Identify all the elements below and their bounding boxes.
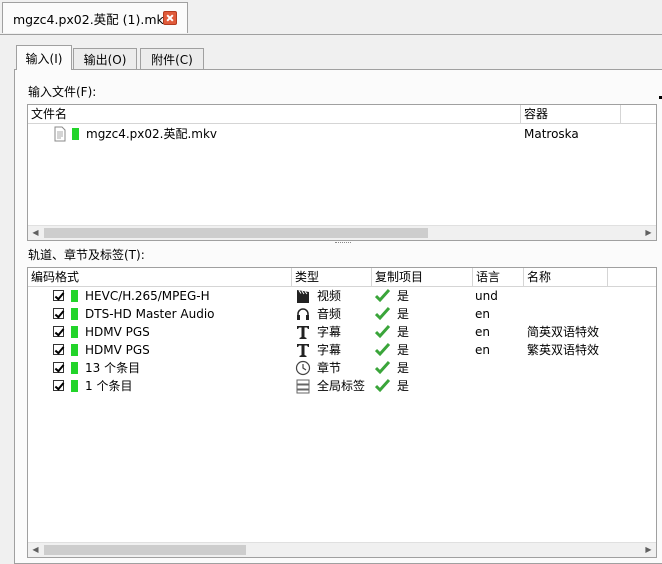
track-checkbox[interactable] [53, 380, 64, 391]
track-color-marker [71, 290, 78, 302]
track-codec: 1 个条目 [85, 379, 133, 393]
tracks-list[interactable]: 编码格式 类型 复制项目 语言 名称 HEVC/H.265/MPEG-H 视频 … [27, 267, 657, 558]
scroll-thumb[interactable] [44, 545, 246, 555]
track-row[interactable]: 1 个条目 全局标签 是 [28, 377, 656, 395]
column-language[interactable]: 语言 [473, 268, 524, 286]
track-name: 简英双语特效 [527, 325, 600, 339]
track-copy: 是 [397, 307, 410, 321]
track-copy: 是 [397, 343, 410, 357]
scroll-right-arrow-icon[interactable]: ▶ [641, 226, 656, 240]
track-type: 全局标签 [317, 379, 366, 393]
scroll-left-arrow-icon[interactable]: ◀ [28, 543, 43, 557]
input-files-label: 输入文件(F): [28, 85, 97, 99]
tracks-h-scrollbar[interactable]: ◀ ▶ [28, 542, 656, 557]
track-row[interactable]: 13 个条目 章节 是 [28, 359, 656, 377]
tracks-header: 编码格式 类型 复制项目 语言 名称 [28, 268, 656, 287]
copy-check-icon [375, 360, 391, 375]
track-type: 音频 [317, 307, 342, 321]
column-container[interactable]: 容器 [521, 105, 621, 123]
column-codec[interactable]: 编码格式 [28, 268, 292, 286]
track-copy: 是 [397, 361, 410, 375]
track-color-marker [71, 380, 78, 392]
copy-check-icon [375, 378, 391, 393]
track-checkbox[interactable] [53, 308, 64, 319]
track-codec: HDMV PGS [85, 343, 150, 357]
close-tab-icon[interactable] [163, 11, 177, 25]
scroll-right-arrow-icon[interactable]: ▶ [641, 543, 656, 557]
headphones-icon [297, 308, 309, 320]
track-language: en [475, 325, 490, 339]
track-language: und [475, 289, 498, 303]
input-file-name: mgzc4.px02.英配.mkv [86, 127, 218, 141]
tab-output[interactable]: 输出(O) [73, 48, 137, 70]
input-file-row[interactable]: mgzc4.px02.英配.mkv Matroska [28, 125, 656, 143]
tab-attachments-label: 附件(C) [151, 53, 193, 67]
track-codec: 13 个条目 [85, 361, 141, 375]
track-type: 章节 [317, 361, 342, 375]
copy-check-icon [375, 342, 391, 357]
tracks-label: 轨道、章节及标签(T): [28, 248, 145, 262]
track-type: 字幕 [317, 343, 342, 357]
track-name: 繁英双语特效 [527, 343, 600, 357]
splitter-handle[interactable] [335, 242, 351, 245]
copy-check-icon [375, 306, 391, 321]
track-codec: DTS-HD Master Audio [85, 307, 215, 321]
scroll-thumb[interactable] [44, 228, 428, 238]
tab-input[interactable]: 输入(I) [16, 45, 72, 70]
column-copy[interactable]: 复制项目 [372, 268, 473, 286]
file-icon [54, 126, 66, 142]
track-color-marker [72, 128, 79, 140]
copy-check-icon [375, 288, 391, 303]
track-checkbox[interactable] [53, 344, 64, 355]
track-color-marker [71, 308, 78, 320]
tab-input-label: 输入(I) [25, 51, 63, 66]
track-copy: 是 [397, 379, 410, 393]
track-codec: HDMV PGS [85, 325, 150, 339]
document-tab-bar: mgzc4.px02.英配 (1).mkv [0, 0, 662, 35]
tab-output-label: 输出(O) [83, 53, 127, 67]
scroll-left-arrow-icon[interactable]: ◀ [28, 226, 43, 240]
column-filename[interactable]: 文件名 [28, 105, 521, 123]
track-copy: 是 [397, 289, 410, 303]
track-color-marker [71, 344, 78, 356]
track-row[interactable]: HDMV PGS 字幕 是 en 简英双语特效 [28, 323, 656, 341]
tab-attachments[interactable]: 附件(C) [140, 48, 204, 70]
track-type: 字幕 [317, 325, 342, 339]
track-copy: 是 [397, 325, 410, 339]
document-tab[interactable]: mgzc4.px02.英配 (1).mkv [2, 2, 188, 33]
track-color-marker [71, 362, 78, 374]
input-files-list[interactable]: 文件名 容器 mgzc4.px02.英配.mkv Matroska ◀ ▶ [27, 104, 657, 241]
track-color-marker [71, 326, 78, 338]
track-type: 视频 [317, 289, 342, 303]
input-files-header: 文件名 容器 [28, 105, 656, 124]
track-row[interactable]: HDMV PGS 字幕 是 en 繁英双语特效 [28, 341, 656, 359]
input-file-container: Matroska [524, 127, 579, 141]
video-clapper-icon [297, 290, 309, 303]
subtitle-t-icon [297, 344, 309, 357]
copy-check-icon [375, 324, 391, 339]
track-checkbox[interactable] [53, 362, 64, 373]
column-name[interactable]: 名称 [524, 268, 608, 286]
subtitle-t-icon [297, 326, 309, 339]
track-language: en [475, 343, 490, 357]
track-row[interactable]: HEVC/H.265/MPEG-H 视频 是 und [28, 287, 656, 305]
track-codec: HEVC/H.265/MPEG-H [85, 289, 210, 303]
track-language: en [475, 307, 490, 321]
column-type[interactable]: 类型 [292, 268, 372, 286]
track-checkbox[interactable] [53, 290, 64, 301]
tags-icon [296, 379, 310, 394]
document-tab-title: mgzc4.px02.英配 (1).mkv [13, 11, 172, 27]
track-row[interactable]: DTS-HD Master Audio 音频 是 en [28, 305, 656, 323]
clock-icon [295, 360, 311, 376]
track-checkbox[interactable] [53, 326, 64, 337]
input-files-h-scrollbar[interactable]: ◀ ▶ [28, 225, 656, 240]
